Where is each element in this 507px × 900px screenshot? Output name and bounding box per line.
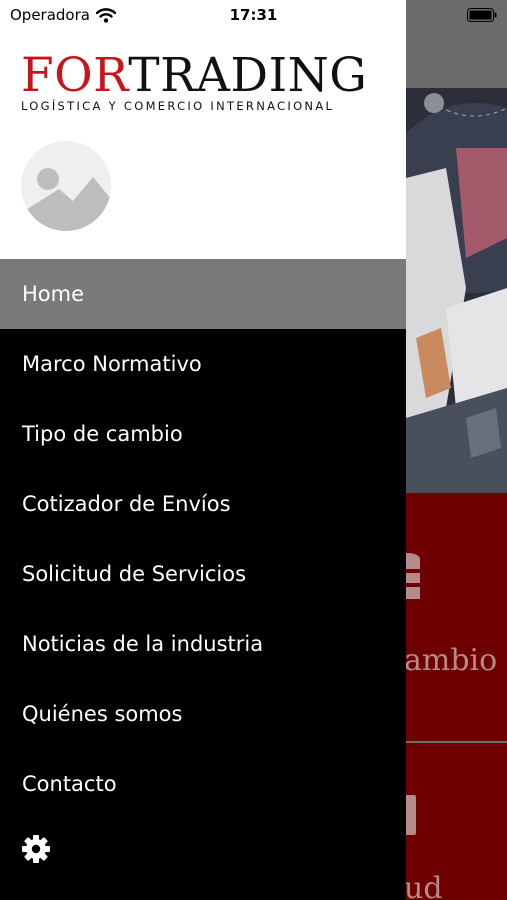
avatar-placeholder-icon — [21, 141, 111, 231]
menu-item-marco-normativo[interactable]: Marco Normativo — [0, 329, 406, 399]
background-card-exchange[interactable]: ambio — [406, 493, 507, 741]
background-card-label: ud — [406, 871, 443, 900]
logo-trading: TRADING — [128, 48, 368, 103]
brand-logo: FORTRADING LOGÍSTICA Y COMERCIO INTERNAC… — [21, 48, 391, 114]
status-time: 17:31 — [229, 6, 278, 24]
menu-item-noticias[interactable]: Noticias de la industria — [0, 609, 406, 679]
menu-item-cotizador-de-envios[interactable]: Cotizador de Envíos — [0, 469, 406, 539]
background-hero-image[interactable] — [406, 88, 507, 493]
coins-icon — [406, 553, 420, 599]
navigation-drawer: Operadora 17:31 FORTRADING LOGÍSTICA Y C… — [0, 0, 406, 900]
background-card-label: ambio — [406, 643, 498, 678]
logo-for: FOR — [21, 48, 129, 103]
avatar[interactable] — [21, 141, 111, 231]
menu-item-tipo-de-cambio[interactable]: Tipo de cambio — [0, 399, 406, 469]
menu-item-quienes-somos[interactable]: Quiénes somos — [0, 679, 406, 749]
background-card-services[interactable]: ud — [406, 743, 507, 900]
drawer-header: Operadora 17:31 FORTRADING LOGÍSTICA Y C… — [0, 0, 406, 259]
menu-item-contacto[interactable]: Contacto — [0, 749, 406, 819]
gear-icon[interactable] — [21, 834, 51, 864]
menu-item-home[interactable]: Home — [0, 259, 406, 329]
clipboard-icon — [406, 795, 416, 835]
drawer-menu: Home Marco Normativo Tipo de cambio Coti… — [0, 259, 406, 819]
menu-item-solicitud-de-servicios[interactable]: Solicitud de Servicios — [0, 539, 406, 609]
